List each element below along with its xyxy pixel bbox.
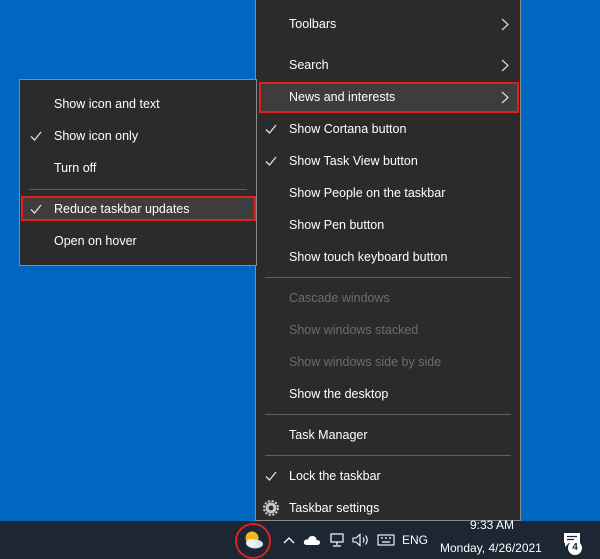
check-icon (30, 131, 42, 141)
menu-item-label: News and interests (289, 90, 396, 104)
menu-item-label: Toolbars (289, 17, 337, 31)
notification-count-badge: 4 (568, 541, 582, 555)
menu-item-label: Show windows side by side (289, 355, 442, 369)
menu-separator (29, 189, 247, 190)
input-language[interactable]: ENG (402, 533, 428, 547)
menu-item-show-task-view[interactable]: Show Task View button (256, 146, 520, 176)
menu-item-show-touch-keyboard[interactable]: Show touch keyboard button (256, 242, 520, 272)
chevron-right-icon (501, 59, 509, 72)
clock-time[interactable]: 9:33 AM (470, 518, 514, 532)
action-center-button[interactable]: 4 (558, 521, 586, 559)
menu-item-show-cortana[interactable]: Show Cortana button (256, 114, 520, 144)
touch-keyboard-button[interactable] (375, 521, 397, 559)
menu-item-label: Open on hover (54, 234, 137, 248)
chevron-right-icon (501, 91, 509, 104)
menu-item-label: Turn off (54, 161, 97, 175)
menu-item-label: Show icon only (54, 129, 139, 143)
check-icon (265, 156, 277, 166)
menu-item-label: Show Task View button (289, 154, 418, 168)
gear-icon (263, 500, 279, 516)
submenu-item-show-icon-only[interactable]: Show icon only (20, 121, 256, 151)
check-icon (30, 204, 42, 214)
menu-item-news-and-interests[interactable]: News and interests (256, 82, 520, 112)
menu-item-label: Show icon and text (54, 97, 160, 111)
show-hidden-icons-button[interactable] (280, 521, 298, 559)
menu-item-label: Search (289, 58, 329, 72)
menu-item-windows-stacked: Show windows stacked (256, 315, 520, 345)
volume-button[interactable] (350, 521, 372, 559)
network-button[interactable] (327, 521, 347, 559)
submenu-item-reduce-taskbar-updates[interactable]: Reduce taskbar updates (20, 194, 256, 224)
menu-item-toolbars[interactable]: Toolbars (256, 9, 520, 39)
menu-item-label: Show touch keyboard button (289, 250, 448, 264)
menu-separator (265, 414, 511, 415)
keyboard-icon (377, 534, 395, 546)
menu-item-label: Show People on the taskbar (289, 186, 446, 200)
weather-highlight-circle (235, 523, 271, 559)
submenu-item-show-icon-and-text[interactable]: Show icon and text (20, 89, 256, 119)
chevron-right-icon (501, 18, 509, 31)
menu-item-label: Cascade windows (289, 291, 390, 305)
news-and-interests-submenu: Show icon and text Show icon only Turn o… (19, 79, 257, 266)
menu-item-show-desktop[interactable]: Show the desktop (256, 379, 520, 409)
onedrive-button[interactable] (302, 521, 322, 559)
menu-item-label: Task Manager (289, 428, 368, 442)
menu-item-label: Show Cortana button (289, 122, 407, 136)
network-icon (330, 533, 344, 547)
cloud-icon (303, 535, 321, 545)
submenu-item-open-on-hover[interactable]: Open on hover (20, 226, 256, 256)
menu-item-label: Show Pen button (289, 218, 385, 232)
menu-item-windows-side-by-side: Show windows side by side (256, 347, 520, 377)
menu-item-label: Lock the taskbar (289, 469, 381, 483)
menu-item-lock-taskbar[interactable]: Lock the taskbar (256, 461, 520, 491)
menu-item-label: Taskbar settings (289, 501, 380, 515)
menu-item-search[interactable]: Search (256, 50, 520, 80)
check-icon (265, 124, 277, 134)
menu-separator (265, 455, 511, 456)
taskbar: ENG 9:33 AM Monday, 4/26/2021 4 (0, 518, 600, 559)
menu-item-label: Show the desktop (289, 387, 389, 401)
clock-date[interactable]: Monday, 4/26/2021 (440, 541, 542, 555)
chevron-up-icon (283, 537, 295, 544)
menu-item-label: Show windows stacked (289, 323, 419, 337)
menu-item-label: Reduce taskbar updates (54, 202, 190, 216)
menu-item-task-manager[interactable]: Task Manager (256, 420, 520, 450)
menu-item-cascade-windows: Cascade windows (256, 283, 520, 313)
menu-separator (265, 277, 511, 278)
menu-item-show-people[interactable]: Show People on the taskbar (256, 178, 520, 208)
volume-icon (352, 533, 368, 547)
menu-item-show-pen[interactable]: Show Pen button (256, 210, 520, 240)
check-icon (265, 471, 277, 481)
submenu-item-turn-off[interactable]: Turn off (20, 153, 256, 183)
taskbar-context-menu: Toolbars Search News and interests Show … (255, 0, 521, 521)
